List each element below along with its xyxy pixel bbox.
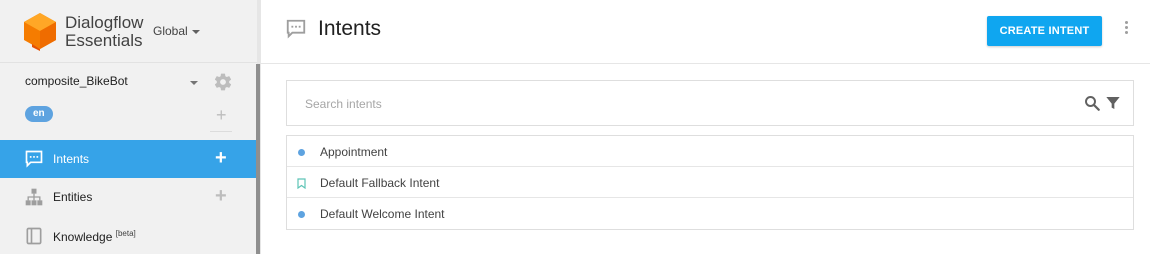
agent-dropdown-icon[interactable] xyxy=(190,81,198,85)
page-header: Intents CREATE INTENT xyxy=(261,0,1150,64)
add-language-icon[interactable]: + xyxy=(216,106,227,124)
more-vert-icon[interactable] xyxy=(1122,20,1130,42)
list-item[interactable]: Appointment xyxy=(287,136,1133,167)
region-label: Global xyxy=(153,24,188,38)
list-item[interactable]: Default Welcome Intent xyxy=(287,198,1133,229)
intent-status-dot xyxy=(298,149,305,156)
sidebar-item-label: Intents xyxy=(53,152,90,166)
sidebar-item-intents[interactable]: Intents + xyxy=(0,140,256,178)
intent-name: Appointment xyxy=(320,145,388,159)
book-icon xyxy=(26,227,42,245)
sidebar-item-knowledge[interactable]: Knowledge [beta] xyxy=(0,217,256,254)
search-bar xyxy=(286,80,1134,126)
divider xyxy=(210,131,232,132)
region-selector[interactable]: Global xyxy=(153,24,200,38)
beta-badge: [beta] xyxy=(115,229,136,238)
brand-line1: Dialogflow xyxy=(65,13,144,32)
bookmark-icon xyxy=(297,178,306,189)
page-title: Intents xyxy=(318,17,382,40)
dialogflow-logo-icon xyxy=(24,13,56,51)
intent-name: Default Welcome Intent xyxy=(320,207,445,221)
add-intent-icon[interactable]: + xyxy=(215,148,227,168)
search-input[interactable] xyxy=(305,95,1025,113)
sidebar-item-label: Entities xyxy=(53,190,93,204)
brand-header: Dialogflow Essentials Global xyxy=(0,0,257,63)
intent-name: Default Fallback Intent xyxy=(320,176,440,190)
gear-icon[interactable] xyxy=(213,72,233,92)
list-item[interactable]: Default Fallback Intent xyxy=(287,167,1133,198)
hierarchy-icon xyxy=(25,188,43,206)
search-icon[interactable] xyxy=(1083,94,1101,112)
chat-icon xyxy=(286,19,306,39)
sidebar-scrollbar[interactable] xyxy=(256,64,260,254)
sidebar-item-label: Knowledge [beta] xyxy=(53,229,136,244)
sidebar: Dialogflow Essentials Global composite_B… xyxy=(0,0,257,254)
language-pill[interactable]: en xyxy=(25,106,53,122)
chat-icon xyxy=(25,150,43,168)
brand-name: Dialogflow Essentials xyxy=(65,14,143,50)
brand-line2: Essentials xyxy=(65,31,143,50)
intent-status-dot xyxy=(298,211,305,218)
create-intent-button[interactable]: CREATE INTENT xyxy=(987,16,1102,46)
intent-list: Appointment Default Fallback Intent Defa… xyxy=(286,135,1134,230)
agent-selector[interactable]: composite_BikeBot xyxy=(25,74,128,88)
add-entity-icon[interactable]: + xyxy=(215,186,227,206)
chevron-down-icon xyxy=(191,29,200,34)
filter-icon[interactable] xyxy=(1105,95,1121,111)
knowledge-label: Knowledge xyxy=(53,230,113,244)
sidebar-item-entities[interactable]: Entities + xyxy=(0,178,256,216)
